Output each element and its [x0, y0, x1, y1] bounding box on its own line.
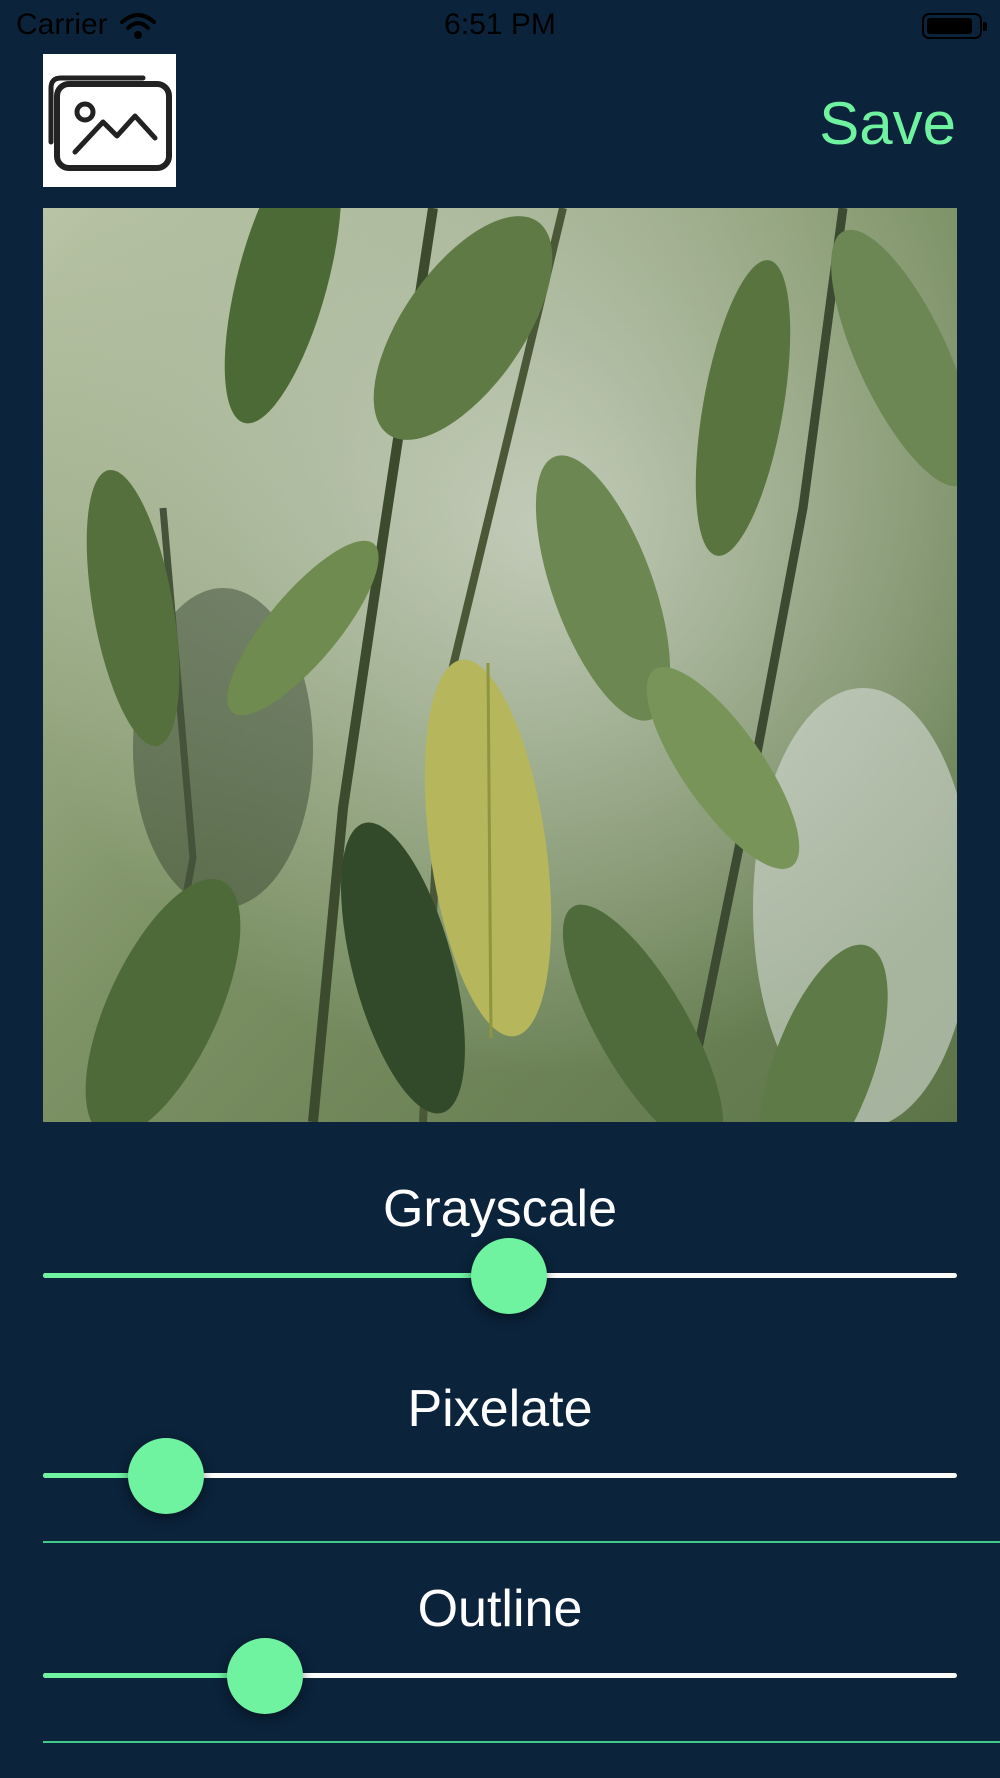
save-button[interactable]: Save — [819, 88, 956, 160]
status-bar: Carrier 6:51 PM — [0, 0, 1000, 56]
slider-thumb[interactable] — [471, 1238, 547, 1314]
slider-thumb[interactable] — [227, 1638, 303, 1714]
outline-slider[interactable] — [43, 1636, 957, 1716]
grayscale-label: Grayscale — [382, 1180, 618, 1238]
status-time: 6:51 PM — [444, 8, 556, 41]
pixelate-slider[interactable] — [43, 1436, 957, 1516]
divider — [43, 1541, 1000, 1543]
leaves-photo-image — [43, 208, 957, 1122]
photo-preview — [43, 208, 957, 1122]
divider — [43, 1741, 1000, 1743]
slider-thumb[interactable] — [128, 1438, 204, 1514]
grayscale-slider[interactable] — [43, 1236, 957, 1316]
photo-gallery-button[interactable] — [43, 54, 176, 187]
battery-icon — [922, 13, 987, 39]
outline-label: Outline — [417, 1580, 583, 1638]
photo-gallery-icon — [48, 75, 172, 171]
pixelate-label: Pixelate — [407, 1380, 593, 1438]
slider-fill — [43, 1273, 509, 1278]
